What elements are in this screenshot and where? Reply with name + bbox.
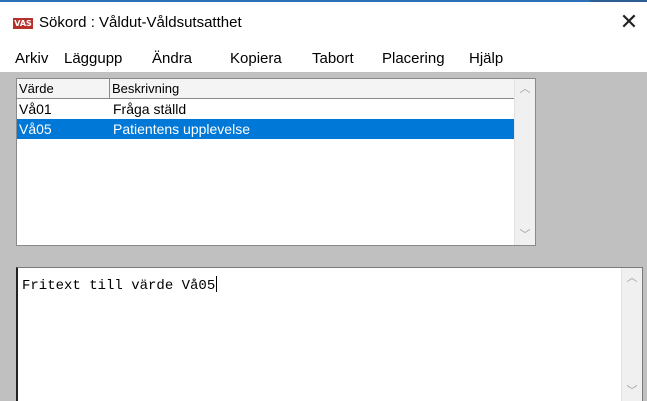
menu-item-hjalp[interactable]: Hjälp <box>469 50 503 67</box>
list-vertical-scrollbar[interactable]: ︿ ﹀ <box>514 79 535 245</box>
menu-item-arkiv[interactable]: Arkiv <box>15 50 48 67</box>
text-caret <box>216 276 218 292</box>
freetext-vertical-scrollbar[interactable]: ︿ ﹀ <box>621 268 642 401</box>
close-icon[interactable]: ✕ <box>615 8 643 38</box>
menu-item-placering[interactable]: Placering <box>382 50 445 67</box>
menu-item-andra[interactable]: Ändra <box>152 50 192 67</box>
list-row[interactable]: Vå01 Fråga ställd <box>17 99 514 119</box>
menu-item-kopiera[interactable]: Kopiera <box>230 50 282 67</box>
row-value: Vå01 <box>19 101 52 117</box>
app-icon: VAS <box>13 18 33 29</box>
column-header-value[interactable]: Värde <box>17 79 110 98</box>
list-row-selected[interactable]: Vå05 Patientens upplevelse <box>17 119 514 139</box>
row-description: Fråga ställd <box>113 101 187 117</box>
scroll-down-icon[interactable]: ﹀ <box>622 381 642 401</box>
scroll-up-icon[interactable]: ︿ <box>622 268 642 288</box>
freetext-area[interactable]: Fritext till värde Vå05 ︿ ﹀ <box>16 267 643 401</box>
freetext-content[interactable]: Fritext till värde Vå05 <box>22 276 218 294</box>
menu-item-tabort[interactable]: Tabort <box>312 50 354 67</box>
row-description: Patientens upplevelse <box>113 121 250 137</box>
list-header: Värde Beskrivning <box>17 79 514 99</box>
freetext-value: Fritext till värde Vå05 <box>22 278 216 294</box>
menu-bar: Arkiv Läggupp Ändra Kopiera Tabort Place… <box>0 44 647 72</box>
title-bar: VAS Sökord : Våldut-Våldsutsatthet ✕ <box>0 2 647 44</box>
menu-item-laggupp[interactable]: Läggupp <box>64 50 122 67</box>
row-value: Vå05 <box>19 121 52 137</box>
scroll-up-icon[interactable]: ︿ <box>515 79 535 99</box>
keyword-list[interactable]: Värde Beskrivning Vå01 Fråga ställd Vå05… <box>16 78 536 246</box>
window-title: Sökord : Våldut-Våldsutsatthet <box>39 14 242 31</box>
column-header-description[interactable]: Beskrivning <box>110 79 514 98</box>
scroll-down-icon[interactable]: ﹀ <box>515 225 535 245</box>
